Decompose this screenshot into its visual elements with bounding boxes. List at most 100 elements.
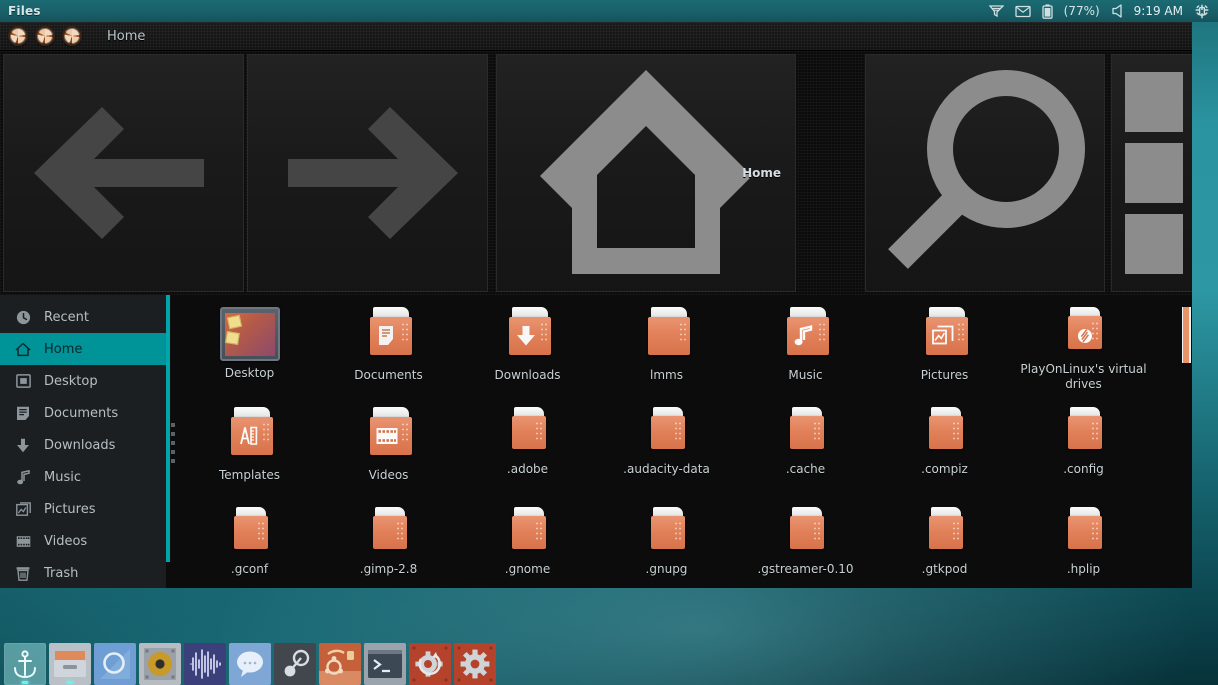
clock-icon xyxy=(14,308,32,326)
document-icon xyxy=(14,404,32,422)
file-item[interactable]: Downloads xyxy=(458,303,597,403)
volume-icon[interactable] xyxy=(1111,4,1123,18)
file-item[interactable]: .gimp-2.8 xyxy=(319,503,458,588)
software-updater-icon[interactable] xyxy=(409,643,451,685)
file-item[interactable]: Videos xyxy=(319,403,458,503)
pidgin-icon[interactable] xyxy=(229,643,271,685)
file-item[interactable]: Documents xyxy=(319,303,458,403)
file-item[interactable]: .gconf xyxy=(180,503,319,588)
dock-launcher xyxy=(0,637,496,685)
sidebar-item-label: Trash xyxy=(44,565,79,581)
file-item[interactable]: Pictures xyxy=(875,303,1014,403)
file-item[interactable]: .gstreamer-0.10 xyxy=(736,503,875,588)
mail-icon[interactable] xyxy=(1014,5,1031,18)
file-item[interactable]: .gtkpod xyxy=(875,503,1014,588)
sidebar-divider xyxy=(166,295,180,588)
audacity-icon[interactable] xyxy=(184,643,226,685)
sidebar-resize-handle[interactable] xyxy=(170,423,176,463)
folder-icon xyxy=(639,507,695,557)
sidebar-item-documents[interactable]: Documents xyxy=(0,397,166,429)
folder-icon xyxy=(917,507,973,557)
home-icon xyxy=(540,70,752,274)
folder-icon xyxy=(1056,407,1112,457)
arrow-right-icon xyxy=(287,107,458,239)
folder-icon xyxy=(778,507,834,557)
system-tray: (77%) 9:19 AM xyxy=(988,3,1218,19)
file-item-label: Desktop xyxy=(224,366,275,380)
places-sidebar: Recent Home Desktop Documents Downloads … xyxy=(0,295,166,588)
folder-icon xyxy=(778,407,834,457)
back-button[interactable] xyxy=(3,54,244,292)
folder-icon xyxy=(914,307,976,363)
view-menu-button[interactable] xyxy=(1111,54,1192,292)
folder-icon xyxy=(1056,507,1112,557)
sidebar-item-pictures[interactable]: Pictures xyxy=(0,493,166,525)
scrollbar-thumb[interactable] xyxy=(1182,307,1191,363)
pictures-icon xyxy=(14,500,32,518)
forward-button[interactable] xyxy=(247,54,488,292)
file-grid-container: Desktop Documents Downloads lmms Music Pictur… xyxy=(180,295,1192,588)
file-item[interactable]: .gnupg xyxy=(597,503,736,588)
clock-label[interactable]: 9:19 AM xyxy=(1134,4,1183,18)
file-item[interactable]: .gnome xyxy=(458,503,597,588)
folder-icon xyxy=(500,507,556,557)
sidebar-item-videos[interactable]: Videos xyxy=(0,525,166,557)
sidebar-item-label: Recent xyxy=(44,309,89,325)
sidebar-item-music[interactable]: Music xyxy=(0,461,166,493)
file-item-label: Music xyxy=(788,368,823,382)
file-item[interactable]: .adobe xyxy=(458,403,597,503)
system-settings-icon[interactable] xyxy=(454,643,496,685)
file-item-label: Pictures xyxy=(920,368,969,382)
minimize-button[interactable] xyxy=(35,26,55,46)
file-item[interactable]: .hplip xyxy=(1014,503,1153,588)
battery-icon[interactable] xyxy=(1041,3,1053,19)
sidebar-item-trash[interactable]: Trash xyxy=(0,557,166,588)
folder-icon xyxy=(361,507,417,557)
folder-icon xyxy=(222,507,278,557)
file-item[interactable]: Templates xyxy=(180,403,319,503)
file-item-label: Videos xyxy=(368,468,409,482)
file-item-label: .gnome xyxy=(504,562,551,576)
file-item[interactable]: lmms xyxy=(597,303,736,403)
maximize-button[interactable] xyxy=(62,26,82,46)
breadcrumb-home-button[interactable]: Home xyxy=(496,54,796,292)
window-titlebar[interactable]: Home xyxy=(0,22,1192,51)
file-item[interactable]: PlayOnLinux's virtual drives xyxy=(1014,303,1153,403)
session-indicator-icon[interactable] xyxy=(1194,3,1210,19)
ubuntu-software-icon[interactable] xyxy=(319,643,361,685)
file-item[interactable]: Desktop xyxy=(180,303,319,403)
file-item[interactable]: .audacity-data xyxy=(597,403,736,503)
file-item-label: Documents xyxy=(354,368,423,382)
brasero-icon[interactable] xyxy=(139,643,181,685)
terminal-icon[interactable] xyxy=(364,643,406,685)
docky-anchor-icon[interactable] xyxy=(4,643,46,685)
file-item[interactable]: Music xyxy=(736,303,875,403)
video-icon xyxy=(14,532,32,550)
sidebar-item-label: Pictures xyxy=(44,501,96,517)
file-item[interactable]: .config xyxy=(1014,403,1153,503)
files-icon[interactable] xyxy=(49,643,91,685)
folder-emblem-playonlinux-icon xyxy=(1072,323,1098,349)
folder-icon xyxy=(358,307,420,363)
vertical-scrollbar[interactable] xyxy=(1181,295,1192,588)
sidebar-item-desktop[interactable]: Desktop xyxy=(0,365,166,397)
folder-emblem-templates-icon xyxy=(235,423,261,449)
folder-emblem-video-icon xyxy=(374,423,400,449)
sidebar-item-downloads[interactable]: Downloads xyxy=(0,429,166,461)
close-button[interactable] xyxy=(8,26,28,46)
file-item-label: .cache xyxy=(785,462,826,476)
sidebar-item-home[interactable]: Home xyxy=(0,333,166,365)
trash-icon xyxy=(14,564,32,582)
running-indicator xyxy=(66,681,74,684)
file-item[interactable]: .cache xyxy=(736,403,875,503)
file-item-label: .compiz xyxy=(921,462,968,476)
network-icon[interactable] xyxy=(988,4,1004,18)
running-indicator xyxy=(21,681,29,684)
steam-icon[interactable] xyxy=(274,643,316,685)
search-button[interactable] xyxy=(865,54,1105,292)
panel-app-title[interactable]: Files xyxy=(0,4,41,18)
file-item-label: Templates xyxy=(218,468,280,482)
file-item[interactable]: .compiz xyxy=(875,403,1014,503)
chromium-icon[interactable] xyxy=(94,643,136,685)
sidebar-item-recent[interactable]: Recent xyxy=(0,301,166,333)
